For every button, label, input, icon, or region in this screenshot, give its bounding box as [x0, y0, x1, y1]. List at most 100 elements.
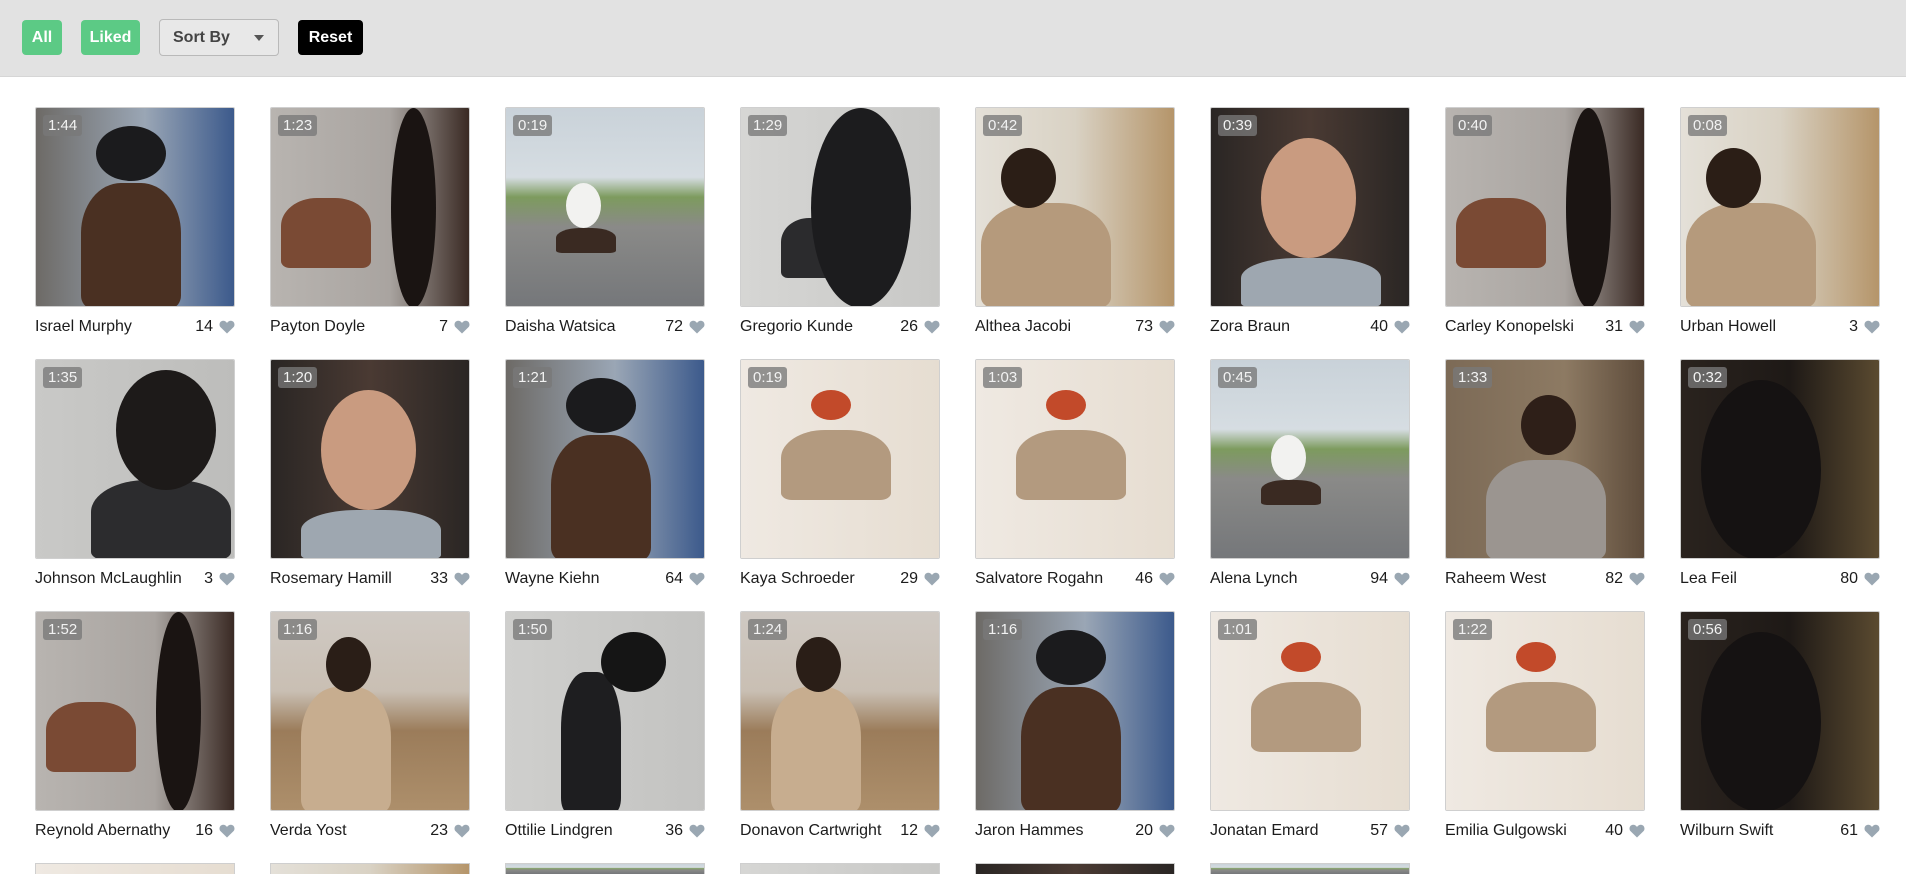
video-thumbnail[interactable]: 0:19 — [740, 359, 940, 559]
reset-button[interactable]: Reset — [298, 20, 363, 55]
like-count: 57 — [1370, 822, 1388, 839]
video-card[interactable]: 1:44 Israel Murphy 14 — [35, 107, 235, 335]
video-thumbnail[interactable]: 1:01 — [1210, 611, 1410, 811]
video-thumbnail[interactable]: 1:33 — [1445, 359, 1645, 559]
video-caption: Johnson McLaughlin 3 — [35, 569, 235, 589]
video-card[interactable]: 1:29 Gregorio Kunde 26 — [740, 107, 940, 335]
video-thumbnail[interactable]: 1:16 — [270, 611, 470, 811]
video-thumbnail-partial[interactable] — [270, 863, 470, 874]
video-thumbnail[interactable]: 0:32 — [1680, 359, 1880, 559]
video-card[interactable]: 0:45 Alena Lynch 94 — [1210, 359, 1410, 587]
author-name: Wilburn Swift — [1680, 822, 1774, 839]
video-card[interactable]: 1:52 Reynold Abernathy 16 — [35, 611, 235, 839]
video-thumbnail[interactable]: 0:45 — [1210, 359, 1410, 559]
video-card[interactable]: 1:16 Jaron Hammes 20 — [975, 611, 1175, 839]
heart-icon[interactable] — [1864, 572, 1880, 586]
thumbnail-subject-body — [1261, 480, 1321, 505]
video-thumbnail[interactable]: 0:56 — [1680, 611, 1880, 811]
author-name: Ottilie Lindgren — [505, 822, 613, 839]
video-thumbnail-partial[interactable] — [1210, 863, 1410, 874]
duration-badge: 1:01 — [1218, 619, 1258, 640]
video-thumbnail[interactable]: 1:24 — [740, 611, 940, 811]
like-count: 23 — [430, 822, 448, 839]
video-thumbnail[interactable]: 1:21 — [505, 359, 705, 559]
like-count: 80 — [1840, 570, 1858, 587]
heart-icon[interactable] — [219, 320, 235, 334]
heart-icon[interactable] — [1159, 824, 1175, 838]
heart-icon[interactable] — [1394, 572, 1410, 586]
heart-icon[interactable] — [1629, 572, 1645, 586]
heart-icon[interactable] — [1864, 824, 1880, 838]
video-thumbnail[interactable]: 1:22 — [1445, 611, 1645, 811]
like-count: 16 — [195, 822, 213, 839]
video-thumbnail[interactable]: 0:42 — [975, 107, 1175, 307]
video-thumbnail[interactable]: 1:29 — [740, 107, 940, 307]
heart-icon[interactable] — [1629, 320, 1645, 334]
heart-icon[interactable] — [1394, 824, 1410, 838]
video-card[interactable]: 1:03 Salvatore Rogahn 46 — [975, 359, 1175, 587]
heart-icon[interactable] — [219, 824, 235, 838]
heart-icon[interactable] — [454, 572, 470, 586]
heart-icon[interactable] — [1864, 320, 1880, 334]
heart-icon[interactable] — [924, 824, 940, 838]
video-caption: Ottilie Lindgren 36 — [505, 821, 705, 841]
video-thumbnail[interactable]: 0:08 — [1680, 107, 1880, 307]
heart-icon[interactable] — [689, 572, 705, 586]
video-card[interactable]: 1:33 Raheem West 82 — [1445, 359, 1645, 587]
heart-icon[interactable] — [924, 320, 940, 334]
heart-icon[interactable] — [689, 824, 705, 838]
video-thumbnail-partial[interactable] — [740, 863, 940, 874]
duration-badge: 1:16 — [278, 619, 318, 640]
video-thumbnail-partial[interactable] — [35, 863, 235, 874]
video-thumbnail[interactable]: 0:40 — [1445, 107, 1645, 307]
video-card[interactable]: 0:19 Daisha Watsica 72 — [505, 107, 705, 335]
video-card[interactable]: 1:23 Payton Doyle 7 — [270, 107, 470, 335]
video-card[interactable]: 0:32 Lea Feil 80 — [1680, 359, 1880, 587]
heart-icon[interactable] — [689, 320, 705, 334]
video-card[interactable]: 1:01 Jonatan Emard 57 — [1210, 611, 1410, 839]
video-card[interactable]: 1:22 Emilia Gulgowski 40 — [1445, 611, 1645, 839]
video-card[interactable]: 0:40 Carley Konopelski 31 — [1445, 107, 1645, 335]
heart-icon[interactable] — [454, 824, 470, 838]
video-thumbnail[interactable]: 1:44 — [35, 107, 235, 307]
video-card[interactable]: 0:39 Zora Braun 40 — [1210, 107, 1410, 335]
video-card[interactable]: 1:24 Donavon Cartwright 12 — [740, 611, 940, 839]
heart-icon[interactable] — [1159, 320, 1175, 334]
video-thumbnail[interactable]: 0:19 — [505, 107, 705, 307]
sort-by-dropdown[interactable]: Sort By — [159, 19, 279, 56]
video-thumbnail[interactable]: 1:03 — [975, 359, 1175, 559]
heart-icon[interactable] — [1629, 824, 1645, 838]
heart-icon[interactable] — [924, 572, 940, 586]
video-card[interactable]: 0:56 Wilburn Swift 61 — [1680, 611, 1880, 839]
duration-badge: 1:03 — [983, 367, 1023, 388]
like-count: 40 — [1605, 822, 1623, 839]
video-thumbnail[interactable]: 1:35 — [35, 359, 235, 559]
thumbnail-subject-body — [46, 702, 136, 772]
video-card[interactable]: 1:50 Ottilie Lindgren 36 — [505, 611, 705, 839]
duration-badge: 0:08 — [1688, 115, 1728, 136]
heart-icon[interactable] — [1394, 320, 1410, 334]
video-thumbnail-partial[interactable] — [505, 863, 705, 874]
video-thumbnail[interactable]: 1:52 — [35, 611, 235, 811]
video-card[interactable]: 0:42 Althea Jacobi 73 — [975, 107, 1175, 335]
video-card[interactable]: 1:20 Rosemary Hamill 33 — [270, 359, 470, 587]
video-thumbnail-partial[interactable] — [975, 863, 1175, 874]
video-card[interactable]: 1:16 Verda Yost 23 — [270, 611, 470, 839]
heart-icon[interactable] — [454, 320, 470, 334]
like-count: 20 — [1135, 822, 1153, 839]
filter-liked-button[interactable]: Liked — [81, 20, 140, 55]
video-thumbnail[interactable]: 0:39 — [1210, 107, 1410, 307]
video-card[interactable]: 0:08 Urban Howell 3 — [1680, 107, 1880, 335]
heart-icon[interactable] — [1159, 572, 1175, 586]
heart-icon[interactable] — [219, 572, 235, 586]
video-caption: Raheem West 82 — [1445, 569, 1645, 589]
video-thumbnail[interactable]: 1:23 — [270, 107, 470, 307]
video-thumbnail[interactable]: 1:16 — [975, 611, 1175, 811]
video-thumbnail[interactable]: 1:20 — [270, 359, 470, 559]
author-name: Wayne Kiehn — [505, 570, 600, 587]
video-card[interactable]: 1:21 Wayne Kiehn 64 — [505, 359, 705, 587]
filter-all-button[interactable]: All — [22, 20, 62, 55]
video-card[interactable]: 0:19 Kaya Schroeder 29 — [740, 359, 940, 587]
video-card[interactable]: 1:35 Johnson McLaughlin 3 — [35, 359, 235, 587]
video-thumbnail[interactable]: 1:50 — [505, 611, 705, 811]
